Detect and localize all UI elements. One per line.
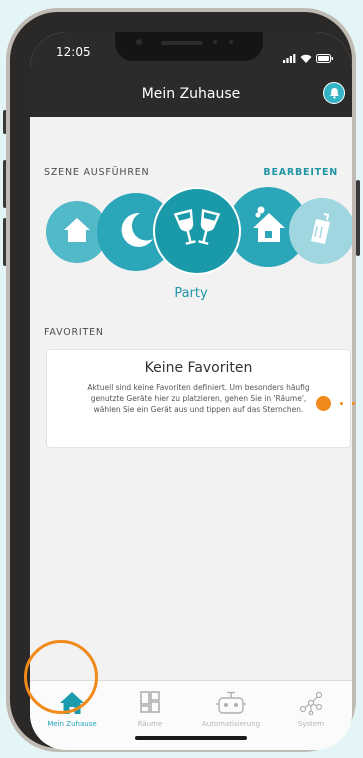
page-title: Mein Zuhause bbox=[141, 86, 241, 102]
sensor-dot bbox=[213, 40, 217, 44]
camera-dot bbox=[136, 39, 142, 45]
signal-icon bbox=[283, 48, 296, 67]
tutorial-pointer-trail bbox=[340, 402, 343, 405]
main-content: SZENE AUSFÜHREN BEARBEITEN Party FAVORIT… bbox=[30, 117, 352, 680]
tab-raeume[interactable]: Räume bbox=[110, 681, 190, 731]
tutorial-highlight-ring bbox=[24, 640, 98, 714]
wifi-icon bbox=[300, 48, 312, 67]
favorites-empty-title: Keine Favoriten bbox=[144, 360, 253, 376]
tab-label: Automatisierung bbox=[201, 720, 261, 728]
rooms-icon bbox=[140, 691, 160, 717]
tab-label: System bbox=[297, 720, 325, 728]
favorites-section-label: FAVORITEN bbox=[44, 327, 104, 338]
sensor-dot bbox=[229, 40, 233, 44]
speaker-grille bbox=[161, 41, 203, 45]
scene-party[interactable] bbox=[153, 187, 241, 275]
phone-bezel: 12:05 Mein Zuhause SZENE AUSFÜHREN BEARB… bbox=[10, 12, 352, 750]
tab-automatisierung[interactable]: Automatisierung bbox=[191, 681, 271, 731]
notch bbox=[115, 32, 263, 61]
edit-scenes-link[interactable]: BEARBEITEN bbox=[263, 167, 338, 178]
champagne-glasses-icon bbox=[173, 206, 221, 256]
active-scene-label: Party bbox=[174, 286, 208, 301]
network-icon bbox=[299, 691, 323, 719]
moon-icon bbox=[116, 210, 156, 254]
power-button bbox=[356, 180, 360, 256]
notification-button[interactable] bbox=[323, 82, 345, 104]
scene-vacation[interactable] bbox=[289, 198, 352, 264]
battery-icon bbox=[316, 48, 334, 67]
status-icons bbox=[283, 48, 334, 67]
scene-carousel[interactable] bbox=[30, 187, 352, 277]
tab-label: Räume bbox=[137, 720, 163, 728]
tutorial-pointer-dot bbox=[316, 396, 331, 411]
luggage-icon bbox=[307, 212, 337, 250]
app-header: 12:05 Mein Zuhause bbox=[30, 32, 352, 117]
favorites-empty-card: Keine Favoriten Aktuell sind keine Favor… bbox=[46, 349, 351, 448]
home-indicator[interactable] bbox=[135, 736, 247, 740]
scenes-section-label: SZENE AUSFÜHREN bbox=[44, 167, 150, 178]
status-time: 12:05 bbox=[56, 45, 91, 59]
home-icon bbox=[62, 215, 92, 249]
tutorial-pointer-trail bbox=[352, 402, 355, 405]
house-chimney-icon bbox=[247, 204, 289, 250]
favorites-empty-text: Aktuell sind keine Favoriten definiert. … bbox=[87, 383, 310, 414]
tab-system[interactable]: System bbox=[271, 681, 351, 731]
tab-label: Mein Zuhause bbox=[47, 720, 97, 728]
robot-icon bbox=[215, 691, 247, 719]
app-screen: 12:05 Mein Zuhause SZENE AUSFÜHREN BEARB… bbox=[30, 32, 352, 750]
bell-icon bbox=[329, 84, 340, 103]
